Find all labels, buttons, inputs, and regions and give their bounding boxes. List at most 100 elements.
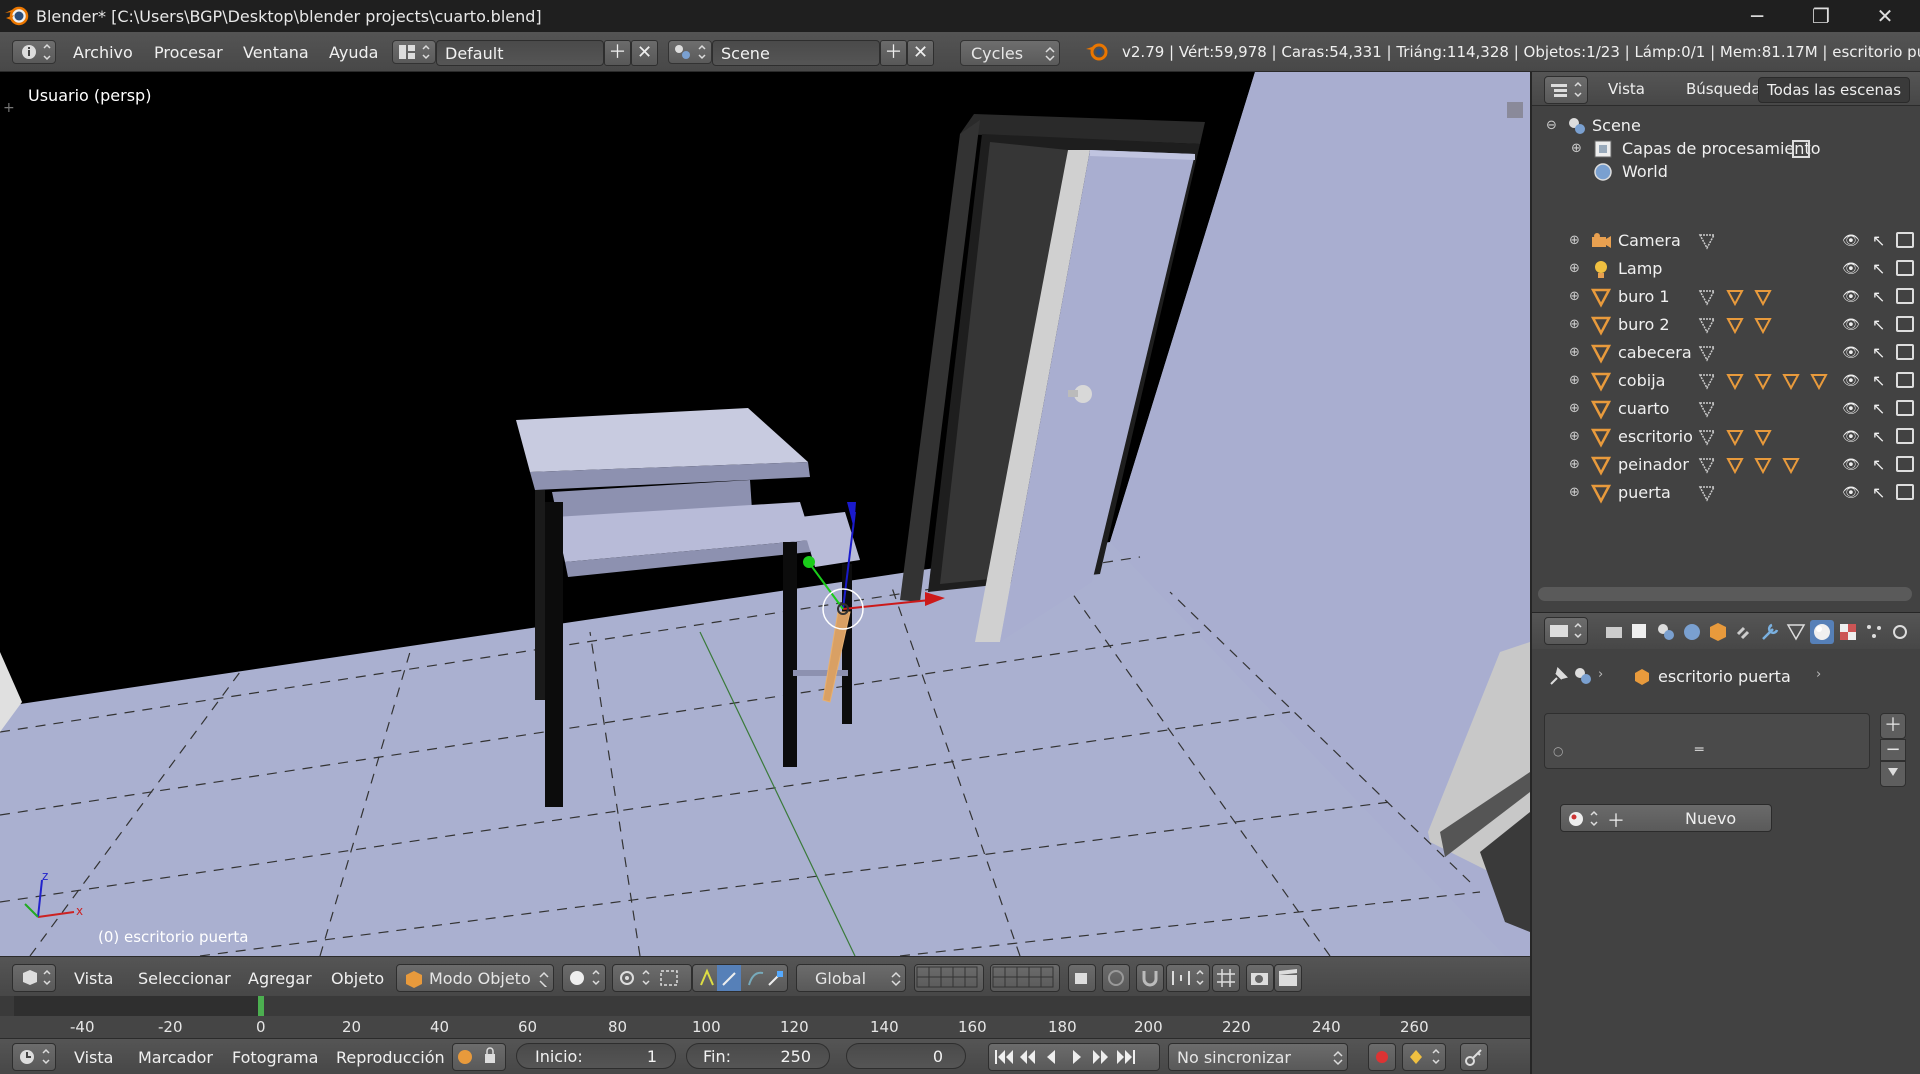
editor-type-3dview-button[interactable]: [12, 964, 56, 992]
opengl-animation-button[interactable]: [1274, 964, 1302, 992]
screen-layout-selector[interactable]: [392, 40, 436, 64]
pin-icon[interactable]: [1546, 665, 1570, 689]
proportional-edit-button[interactable]: [1102, 964, 1130, 992]
mesh-data-icon[interactable]: [1754, 456, 1772, 474]
mesh-data-icon[interactable]: [1754, 316, 1772, 334]
tab-particles[interactable]: [1862, 620, 1886, 644]
add-layout-button[interactable]: ＋: [604, 40, 631, 66]
renderable-camera-icon[interactable]: [1896, 344, 1914, 360]
menu-ayuda[interactable]: Ayuda: [329, 43, 378, 62]
outliner-item-object[interactable]: ⊕ puerta 👁 ↖: [1530, 479, 1920, 507]
menu-ventana[interactable]: Ventana: [243, 43, 309, 62]
renderable-camera-icon[interactable]: [1896, 400, 1914, 416]
timeline-area[interactable]: -40 -20 0 20 40 60 80 100 120 140 160 18…: [0, 996, 1530, 1038]
minimize-button[interactable]: ─: [1726, 0, 1788, 32]
expand-icon[interactable]: ⊕: [1569, 429, 1580, 444]
material-specials-button[interactable]: [1880, 761, 1906, 787]
renderable-camera-icon[interactable]: [1896, 428, 1914, 444]
expand-icon[interactable]: ⊕: [1569, 401, 1580, 416]
render-engine-dropdown[interactable]: Cycles: [960, 40, 1060, 66]
selectable-cursor-icon[interactable]: ↖: [1872, 343, 1885, 362]
menu-vista[interactable]: Vista: [74, 969, 113, 988]
editor-type-timeline-button[interactable]: [12, 1043, 56, 1071]
orientation-dropdown[interactable]: Global: [796, 964, 906, 992]
expand-icon[interactable]: ⊕: [1569, 345, 1580, 360]
selectable-cursor-icon[interactable]: ↖: [1872, 483, 1885, 502]
record-button[interactable]: [1368, 1043, 1396, 1071]
visibility-eye-icon[interactable]: 👁: [1842, 289, 1860, 305]
renderable-camera-icon[interactable]: [1896, 288, 1914, 304]
selectable-cursor-icon[interactable]: ↖: [1872, 455, 1885, 474]
layer-buttons-2[interactable]: [990, 964, 1060, 992]
mesh-data-icon[interactable]: [1726, 456, 1744, 474]
mesh-data-icon[interactable]: [1726, 428, 1744, 446]
selectable-cursor-icon[interactable]: ↖: [1872, 231, 1885, 250]
visibility-eye-icon[interactable]: 👁: [1842, 261, 1860, 277]
mesh-data-icon[interactable]: [1698, 456, 1716, 474]
new-material-button[interactable]: ＋ Nuevo: [1560, 804, 1772, 832]
selectable-cursor-icon[interactable]: ↖: [1872, 287, 1885, 306]
mesh-data-icon[interactable]: [1698, 288, 1716, 306]
tab-data[interactable]: [1784, 620, 1808, 644]
remove-material-slot-button[interactable]: −: [1880, 739, 1906, 761]
renderable-camera-icon[interactable]: [1896, 372, 1914, 388]
scene-field[interactable]: Scene: [712, 40, 880, 66]
outliner-item-object[interactable]: ⊕ buro 2 👁 ↖: [1530, 311, 1920, 339]
tab-material[interactable]: [1810, 620, 1834, 644]
tab-texture[interactable]: [1836, 620, 1860, 644]
mesh-data-icon[interactable]: [1782, 456, 1800, 474]
visibility-eye-icon[interactable]: 👁: [1842, 401, 1860, 417]
keying-options-button[interactable]: [1460, 1043, 1488, 1071]
outliner-item-object[interactable]: ⊕ cuarto 👁 ↖: [1530, 395, 1920, 423]
sync-mode-dropdown[interactable]: No sincronizar: [1168, 1043, 1348, 1071]
visibility-eye-icon[interactable]: 👁: [1842, 457, 1860, 473]
expand-icon[interactable]: ⊕: [1569, 289, 1580, 304]
screen-layout-field[interactable]: Default: [436, 40, 604, 66]
mesh-data-icon[interactable]: [1698, 428, 1716, 446]
mesh-data-icon[interactable]: [1698, 400, 1716, 418]
tab-physics[interactable]: [1888, 620, 1912, 644]
menu-archivo[interactable]: Archivo: [73, 43, 133, 62]
mesh-data-icon[interactable]: [1698, 484, 1716, 502]
visibility-eye-icon[interactable]: 👁: [1842, 485, 1860, 501]
renderable-camera-icon[interactable]: [1896, 316, 1914, 332]
snap-element-dropdown[interactable]: [1166, 964, 1210, 992]
resize-handle-icon[interactable]: ═: [1695, 742, 1703, 758]
menu-agregar[interactable]: Agregar: [248, 969, 312, 988]
current-frame-field[interactable]: 0: [846, 1043, 966, 1069]
expand-icon[interactable]: ⊕: [1569, 233, 1580, 248]
tab-scene[interactable]: [1654, 620, 1678, 644]
expand-icon[interactable]: ⊕: [1569, 485, 1580, 500]
outliner-item-object[interactable]: ⊕ cabecera 👁 ↖: [1530, 339, 1920, 367]
editor-type-info-button[interactable]: [12, 40, 56, 64]
expand-icon[interactable]: ⊕: [1569, 261, 1580, 276]
add-material-slot-button[interactable]: ＋: [1880, 713, 1906, 739]
mesh-data-icon[interactable]: [1698, 232, 1716, 250]
lock-camera-button[interactable]: [1068, 964, 1096, 992]
tab-render[interactable]: [1602, 620, 1626, 644]
selectable-cursor-icon[interactable]: ↖: [1872, 371, 1885, 390]
add-scene-button[interactable]: ＋: [880, 40, 907, 66]
menu-reproduccion[interactable]: Reproducción: [336, 1048, 445, 1067]
remove-scene-button[interactable]: ✕: [907, 40, 934, 66]
snap-toggle-button[interactable]: [1136, 964, 1164, 992]
viewport-shading-dropdown[interactable]: [562, 964, 606, 992]
mesh-data-icon[interactable]: [1698, 372, 1716, 390]
current-frame-marker[interactable]: [258, 996, 264, 1016]
layer-buttons-1[interactable]: [914, 964, 984, 992]
renderable-camera-icon[interactable]: [1896, 484, 1914, 500]
outliner-item-object[interactable]: ⊕ cobija 👁 ↖: [1530, 367, 1920, 395]
expand-icon[interactable]: ⊕: [1569, 373, 1580, 388]
outliner-item-object[interactable]: ⊕ buro 1 👁 ↖: [1530, 283, 1920, 311]
menu-objeto[interactable]: Objeto: [331, 969, 384, 988]
3d-viewport[interactable]: x z + Usuario (persp) (0) escritorio pue…: [0, 72, 1530, 956]
mesh-data-icon[interactable]: [1754, 288, 1772, 306]
tab-object[interactable]: [1706, 620, 1730, 644]
mesh-data-icon[interactable]: [1754, 372, 1772, 390]
expand-icon[interactable]: ⊕: [1569, 457, 1580, 472]
visibility-eye-icon[interactable]: 👁: [1842, 429, 1860, 445]
visibility-eye-icon[interactable]: 👁: [1842, 233, 1860, 249]
selectable-cursor-icon[interactable]: ↖: [1872, 399, 1885, 418]
outliner-item-object[interactable]: ⊕ escritorio 👁 ↖: [1530, 423, 1920, 451]
visibility-eye-icon[interactable]: 👁: [1842, 345, 1860, 361]
